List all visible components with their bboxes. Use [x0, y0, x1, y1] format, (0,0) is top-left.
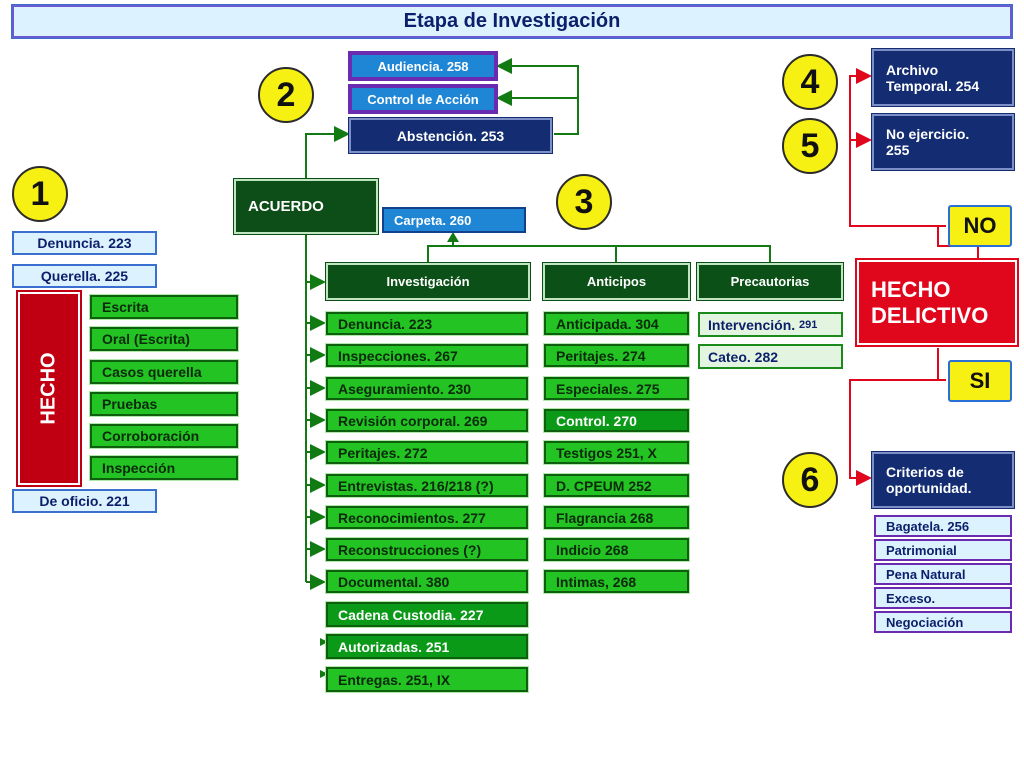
hecho-item: Casos querella [89, 359, 239, 385]
page-title: Etapa de Investigación [11, 4, 1013, 39]
anticipos-item: Indicio 268 [543, 537, 690, 562]
step-6-circle: 6 [782, 452, 838, 508]
investigacion-item: Reconocimientos. 277 [325, 505, 529, 530]
hecho-item: Inspección [89, 455, 239, 481]
cateo-box: Cateo. 282 [698, 344, 843, 369]
investigacion-item: Denuncia. 223 [325, 311, 529, 336]
investigacion-item: Aseguramiento. 230 [325, 376, 529, 401]
criterio-item: Pena Natural [874, 563, 1012, 585]
step-3-circle: 3 [556, 174, 612, 230]
archivo-line-2: Temporal. 254 [886, 77, 980, 94]
hecho-item: Oral (Escrita) [89, 326, 239, 352]
si-tag: SI [948, 360, 1012, 402]
de-oficio-box: De oficio. 221 [12, 489, 157, 513]
anticipos-item: Especiales. 275 [543, 376, 690, 401]
investigacion-item: Reconstrucciones (?) [325, 537, 529, 562]
archivo-temporal-box: Archivo Temporal. 254 [871, 48, 1015, 107]
step-4-circle: 4 [782, 54, 838, 110]
hecho-delictivo-line-1: HECHO [871, 276, 951, 302]
cadena-custodia-box: Cadena Custodia. 227 [325, 601, 529, 628]
no-ejercicio-line-2: 255 [886, 142, 910, 158]
acuerdo-box: ACUERDO [233, 178, 379, 235]
investigacion-item: Peritajes. 272 [325, 440, 529, 465]
no-tag: NO [948, 205, 1012, 247]
hecho-item: Escrita [89, 294, 239, 320]
criterios-line-1: Criterios de [886, 464, 964, 480]
abstencion-box: Abstención. 253 [348, 117, 553, 154]
criterios-box: Criterios de oportunidad. [871, 451, 1015, 509]
investigacion-item: Revisión corporal. 269 [325, 408, 529, 433]
anticipos-item: Control. 270 [543, 408, 690, 433]
step-5-circle: 5 [782, 118, 838, 174]
anticipos-item: Peritajes. 274 [543, 343, 690, 368]
audiencia-box: Audiencia. 258 [348, 51, 498, 81]
autorizadas-box: Autorizadas. 251 [325, 633, 529, 660]
investigacion-item: Documental. 380 [325, 569, 529, 594]
step-1-circle: 1 [12, 166, 68, 222]
anticipos-item: Testigos 251, X [543, 440, 690, 465]
investigacion-item: Inspecciones. 267 [325, 343, 529, 368]
entregas-box: Entregas. 251, IX [325, 666, 529, 693]
carpeta-box: Carpeta. 260 [382, 207, 526, 233]
no-ejercicio-line-1: No ejercicio. [886, 126, 970, 142]
control-accion-box: Control de Acción [348, 84, 498, 114]
hecho-delictivo-box: HECHO DELICTIVO [855, 258, 1019, 347]
criterio-item: Bagatela. 256 [874, 515, 1012, 537]
hecho-delictivo-line-2: DELICTIVO [871, 302, 989, 328]
anticipos-item: Anticipada. 304 [543, 311, 690, 336]
intervencion-number: 291 [799, 318, 818, 331]
anticipos-item: Flagrancia 268 [543, 505, 690, 530]
anticipos-item: D. CPEUM 252 [543, 473, 690, 498]
investigacion-item: Entrevistas. 216/218 (?) [325, 473, 529, 498]
querella-box: Querella. 225 [12, 264, 157, 288]
criterio-item: Negociación [874, 611, 1012, 633]
criterio-item: Exceso. [874, 587, 1012, 609]
archivo-line-1: Archivo [886, 61, 939, 78]
header-anticipos: Anticipos [542, 262, 691, 301]
hecho-item: Corroboración [89, 423, 239, 449]
hecho-vertical-box: HECHO [16, 290, 82, 487]
step-2-circle: 2 [258, 67, 314, 123]
header-investigacion: Investigación [325, 262, 531, 301]
criterios-line-2: oportunidad. [886, 480, 972, 496]
header-precautorias: Precautorias [696, 262, 844, 301]
criterio-item: Patrimonial [874, 539, 1012, 561]
anticipos-item: Intimas, 268 [543, 569, 690, 594]
hecho-item: Pruebas [89, 391, 239, 417]
no-ejercicio-box: No ejercicio. 255 [871, 113, 1015, 171]
intervencion-box: Intervención. 291 [698, 312, 843, 337]
hecho-label: HECHO [37, 352, 60, 425]
intervencion-label: Intervención. [708, 316, 796, 333]
denuncia-left-box: Denuncia. 223 [12, 231, 157, 255]
